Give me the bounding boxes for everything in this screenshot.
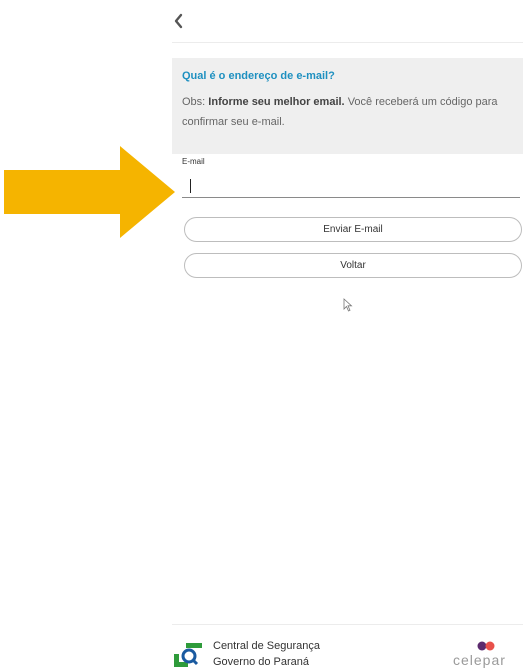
info-text: Obs: Informe seu melhor email. Você rece… xyxy=(182,92,523,132)
gov-line1: Central de Segurança xyxy=(213,640,321,652)
pointer-arrow-icon xyxy=(4,146,175,238)
send-email-button[interactable]: Enviar E-mail xyxy=(184,217,522,242)
info-title: Qual é o endereço de e-mail? xyxy=(182,70,335,82)
text-caret xyxy=(190,179,191,193)
back-button[interactable] xyxy=(168,10,188,32)
celepar-dots-icon xyxy=(477,641,495,651)
back-text-button[interactable]: Voltar xyxy=(184,253,522,278)
email-label: E-mail xyxy=(182,157,205,166)
mouse-cursor-icon xyxy=(343,298,353,312)
chevron-left-icon xyxy=(174,13,183,29)
obs-prefix: Obs: xyxy=(182,96,206,108)
header-divider xyxy=(172,42,523,43)
celepar-logo-text: celepar xyxy=(453,652,506,668)
email-field[interactable] xyxy=(182,174,520,198)
gov-line2: Governo do Paraná xyxy=(213,656,310,668)
footer-divider xyxy=(172,624,523,625)
central-seguranca-logo-icon xyxy=(174,643,202,667)
obs-bold: Informe seu melhor email. xyxy=(208,96,345,108)
